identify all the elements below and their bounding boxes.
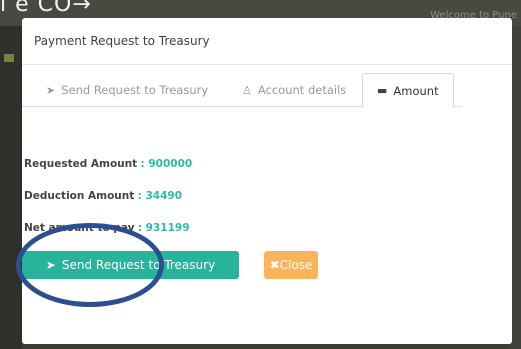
money-icon: ▬ — [377, 84, 388, 97]
close-button[interactable]: ✖ Close — [264, 251, 318, 279]
deduction-amount-value: : 34490 — [137, 190, 182, 202]
requested-amount-value: : 900000 — [140, 158, 193, 170]
background-left-strip — [0, 26, 22, 349]
tab-account-details-label: Account details — [257, 83, 347, 97]
modal-header: Payment Request to Treasury — [22, 18, 512, 65]
close-button-label: Close — [279, 258, 313, 272]
user-icon: ♙ — [242, 83, 252, 97]
requested-amount-label: Requested Amount — [24, 158, 138, 170]
background-heading-fragment: ı е СО→ — [0, 0, 92, 17]
tab-send-request[interactable]: ➤ Send Request to Treasury — [46, 74, 208, 106]
send-request-button[interactable]: ➤ Send Request to Treasury — [22, 251, 239, 279]
tab-account-details[interactable]: ♙ Account details — [242, 74, 346, 106]
modal-title: Payment Request to Treasury — [34, 34, 210, 48]
tab-bar: ➤ Send Request to Treasury ♙ Account det… — [22, 73, 462, 108]
deduction-amount-row: Deduction Amount : 34490 — [24, 190, 324, 202]
net-amount-label: Net amount to pay — [24, 222, 135, 234]
payment-request-modal: Payment Request to Treasury — [22, 18, 512, 344]
net-amount-value: : 931199 — [137, 222, 190, 234]
tab-amount[interactable]: ▬ Amount — [362, 73, 454, 108]
paper-plane-icon: ➤ — [46, 83, 56, 97]
send-request-button-label: Send Request to Treasury — [61, 258, 216, 272]
requested-amount-row: Requested Amount : 900000 — [24, 158, 324, 170]
tab-amount-label: Amount — [393, 83, 439, 98]
net-amount-row: Net amount to pay : 931199 — [24, 222, 324, 234]
tab-send-request-label: Send Request to Treasury — [61, 83, 209, 97]
deduction-amount-label: Deduction Amount — [24, 190, 135, 202]
close-icon: ✖ — [269, 258, 280, 272]
paper-plane-icon: ➤ — [45, 258, 56, 272]
